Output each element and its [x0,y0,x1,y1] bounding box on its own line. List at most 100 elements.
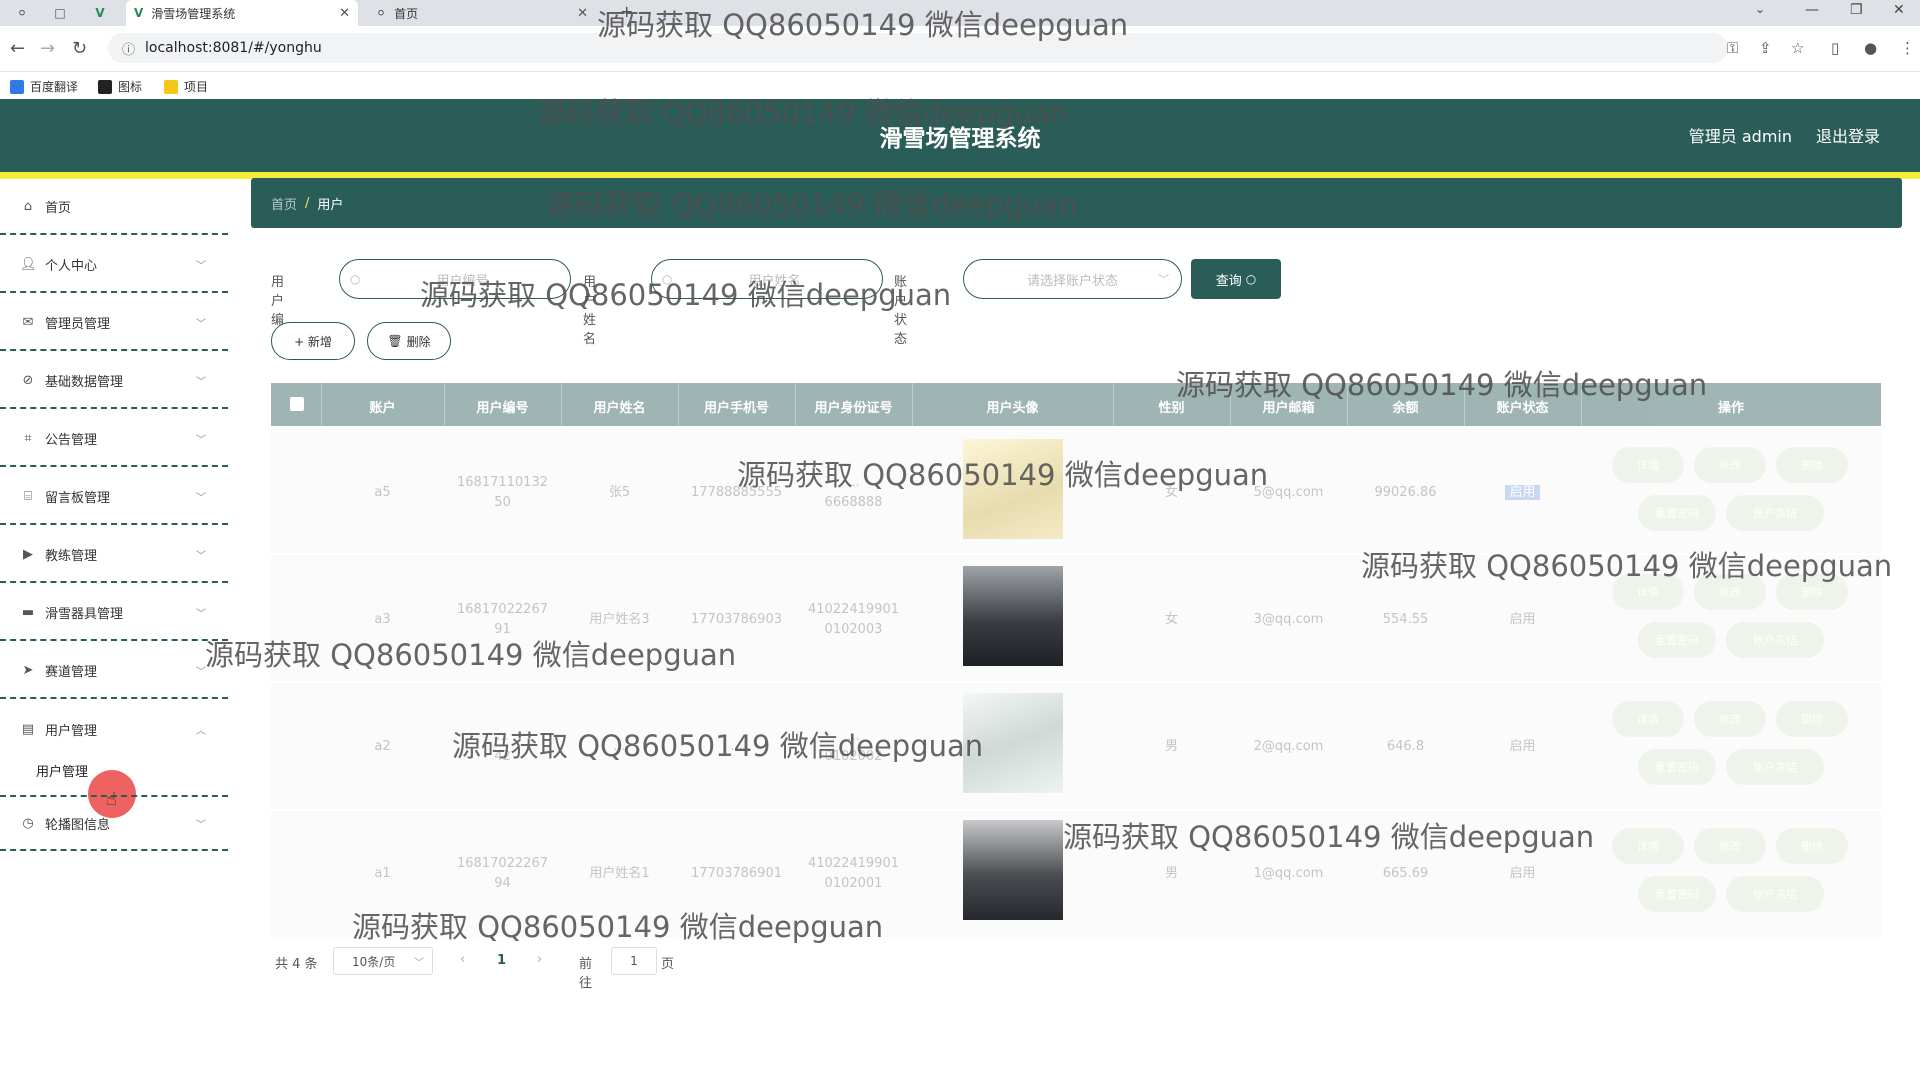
sidebar-item-home[interactable]: ⌂ 首页 [0,179,228,235]
restore-icon[interactable]: ❐ [1850,2,1863,18]
logout-button[interactable]: 退出登录 [1816,123,1880,147]
cell-gender: 男 [1164,866,1178,881]
sidepanel-icon[interactable]: ▯ [1831,39,1839,57]
bookmark-baidu-translate[interactable]: 百度翻译 [10,78,78,95]
chevron-down-icon[interactable]: ⌄ [1755,2,1765,16]
reset-password-button[interactable]: 重置密码 [1638,876,1716,912]
sidebar-item-admin[interactable]: ✉ 管理员管理 ﹀ [0,295,228,351]
page-number[interactable]: 1 [497,953,506,968]
user-icon: 👤︎ [20,256,37,272]
sidebar-item-profile[interactable]: 👤︎ 个人中心 ﹀ [0,237,228,293]
window-close-icon[interactable]: ✕ [1893,2,1905,18]
tab-grid-icon[interactable]: □ [52,5,68,21]
submenu-item-user-management[interactable]: 用户管理 [36,761,88,780]
column-header-phone: 用户手机号 [703,401,769,416]
cell-id-card: 41022419901 0102001 [808,856,899,891]
column-header-avatar: 用户头像 [986,401,1039,416]
row-delete-button[interactable]: 删除 [1776,447,1848,483]
key-icon[interactable]: ⚿ [1727,39,1738,57]
reset-password-button[interactable]: 重置密码 [1638,495,1716,531]
user-no-placeholder: 用户编号 [436,273,489,289]
clipboard-icon: ▤ [21,721,35,737]
new-tab-icon[interactable]: + [620,2,633,21]
user-no-input[interactable]: ○ 用户编号 [339,259,571,299]
chevron-down-icon: ﹀ [196,492,206,504]
edit-button[interactable]: 修改 [1694,701,1766,737]
query-button[interactable]: 查询 ○ [1191,259,1281,299]
close-icon[interactable]: ✕ [577,6,588,21]
reset-password-button[interactable]: 重置密码 [1638,622,1716,658]
vue-icon[interactable]: V [92,5,108,21]
row-delete-button[interactable]: 删除 [1776,828,1848,864]
edit-button[interactable]: 修改 [1694,574,1766,610]
user-name-input[interactable]: ○ 用户姓名 [651,259,883,299]
cell-status: 启用 [1509,866,1536,881]
freeze-account-button[interactable]: 账户冻结 [1726,749,1824,785]
current-user: 管理员 admin [1688,127,1792,146]
sidebar-item-message-board[interactable]: ⌸ 留言板管理 ﹀ [0,469,228,525]
minimize-icon[interactable]: — [1805,2,1819,18]
sidebar-item-ski-equipment[interactable]: ▬ 滑雪器具管理 ﹀ [0,585,228,641]
next-page-icon[interactable]: › [537,952,542,967]
sidebar: ⌂ 首页 👤︎ 个人中心 ﹀ ✉ 管理员管理 ﹀ ⊘ 基础数据管理 ﹀ ⌗ 公告… [0,179,228,1072]
reset-password-button[interactable]: 重置密码 [1638,749,1716,785]
cell-account: a3 [374,612,391,627]
reload-icon[interactable]: ↻ [72,38,87,59]
close-icon[interactable]: ✕ [339,6,350,21]
goto-page-input[interactable]: 1 [611,947,657,975]
cell-name: ... [613,739,626,754]
freeze-account-button[interactable]: 账户冻结 [1726,495,1824,531]
edit-button[interactable]: 修改 [1694,828,1766,864]
menu-dots-icon[interactable]: ⋮ [1900,39,1915,57]
edit-button[interactable]: 修改 [1694,447,1766,483]
home-icon: ⌂ [23,198,33,214]
sidebar-item-coach[interactable]: ▶ 教练管理 ﹀ [0,527,228,583]
url-input[interactable]: ⓘ localhost:8081/#/yonghu [108,33,1728,63]
bookmark-project[interactable]: 项目 [164,78,208,95]
freeze-account-button[interactable]: 账户冻结 [1726,622,1824,658]
detail-button[interactable]: 详情 [1612,574,1684,610]
select-all-checkbox[interactable] [290,397,304,411]
address-bar: ← → ↻ ⓘ localhost:8081/#/yonghu ⚿ ⇪ ☆ ▯ … [0,26,1920,72]
status-text: 启用 [1505,485,1540,500]
sidebar-item-users[interactable]: ▤ 用户管理 ︿ [0,701,228,757]
row-delete-button[interactable]: 删除 [1776,701,1848,737]
page-size-value: 10条/页 [352,954,396,969]
prev-page-icon[interactable]: ‹ [460,952,465,967]
share-icon[interactable]: ⇪ [1759,39,1772,57]
tab-ski-system[interactable]: V 滑雪场管理系统 ✕ [126,0,358,26]
sidebar-item-carousel[interactable]: ◷ 轮播图信息 ﹀ [0,795,228,851]
tab-home[interactable]: ⚪ 首页 ✕ [368,0,596,26]
forward-icon[interactable]: → [40,38,55,59]
user-name-label: 用户姓名 [583,275,597,347]
row-delete-button[interactable]: 删除 [1776,574,1848,610]
breadcrumb-home[interactable]: 首页 [271,194,297,213]
sidebar-item-track[interactable]: ➤ 赛道管理 ﹀ [0,643,228,699]
bookmark-label: 百度翻译 [30,80,79,94]
profile-globe-icon[interactable]: ⚪ [14,5,30,21]
detail-button[interactable]: 详情 [1612,828,1684,864]
detail-button[interactable]: 详情 [1612,701,1684,737]
bookmarks-bar: 百度翻译 图标 项目 [0,72,1920,99]
chevron-down-icon: ﹀ [196,819,206,831]
star-icon[interactable]: ☆ [1791,39,1804,57]
sidebar-item-notice[interactable]: ⌗ 公告管理 ﹀ [0,411,228,467]
chevron-down-icon: ﹀ [196,608,206,620]
cell-user-no: 16817022267 94 [457,856,548,891]
bookmark-icons[interactable]: 图标 [98,78,142,95]
page-size-select[interactable]: 10条/页 ﹀ [333,947,433,975]
info-icon[interactable]: ⓘ [122,39,135,58]
column-header-id-card: 用户身份证号 [814,401,893,416]
sidebar-item-label: 个人中心 [45,258,98,274]
status-select[interactable]: 请选择账户状态 ﹀ [963,259,1182,299]
sidebar-item-label: 管理员管理 [45,316,111,332]
freeze-account-button[interactable]: 账户冻结 [1726,876,1824,912]
sidebar-item-base-data[interactable]: ⊘ 基础数据管理 ﹀ [0,353,228,409]
globe-icon: ⚪ [376,6,387,20]
delete-button[interactable]: 🗑︎ 删除 [367,322,451,360]
account-icon[interactable]: ● [1864,39,1877,57]
add-button[interactable]: + 新增 [271,322,355,360]
back-icon[interactable]: ← [10,38,25,59]
detail-button[interactable]: 详情 [1612,447,1684,483]
sidebar-item-label: 教练管理 [45,548,98,564]
